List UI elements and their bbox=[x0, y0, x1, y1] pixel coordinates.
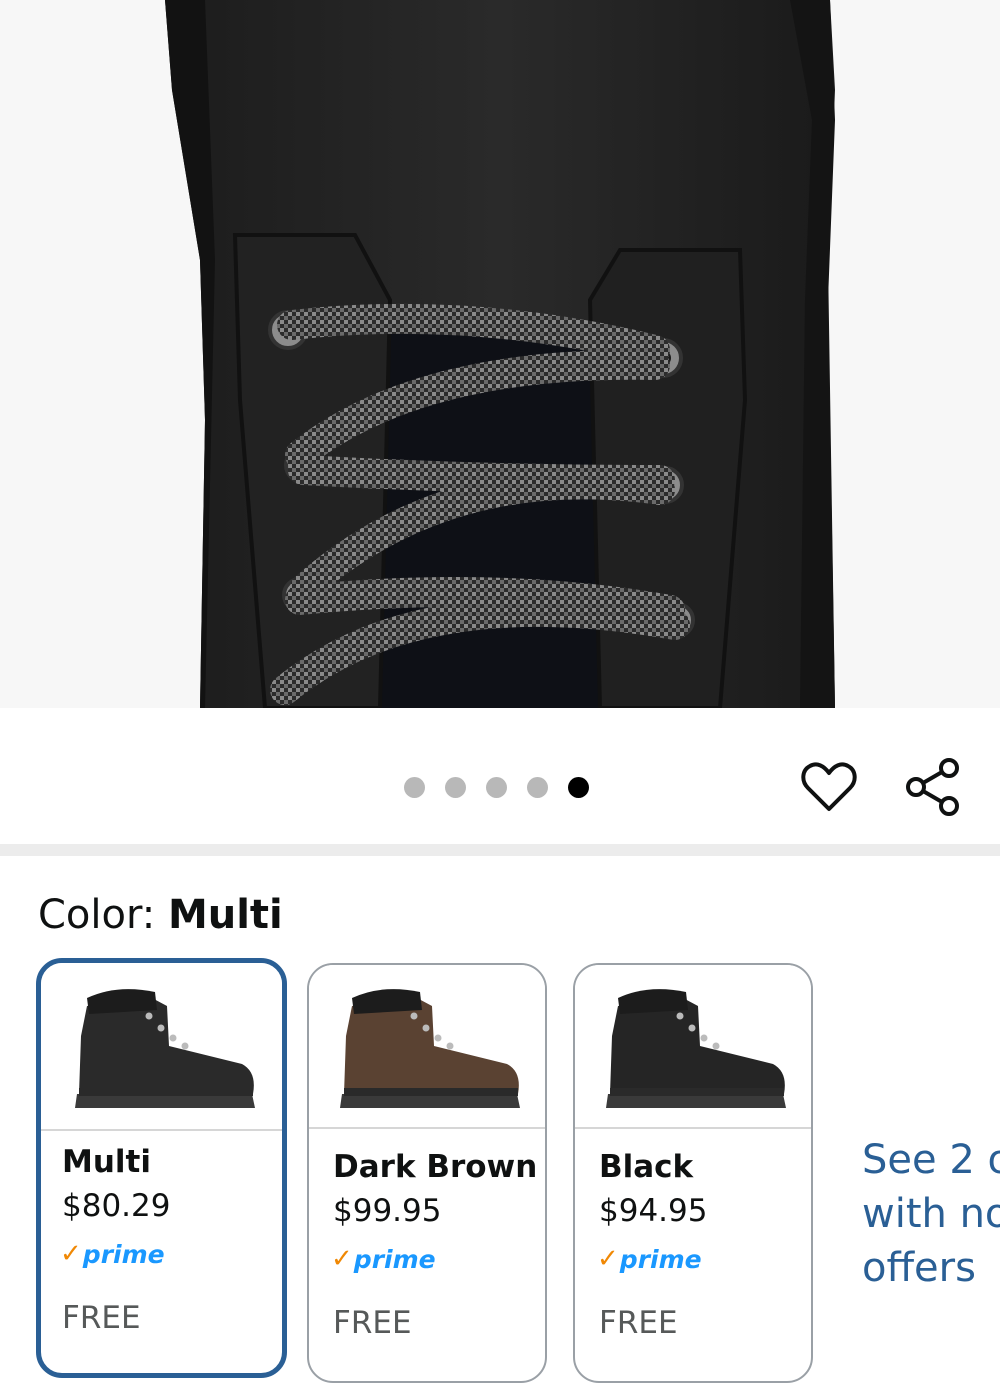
boot-eyelet bbox=[434, 1034, 442, 1042]
see-more-line: See 2 o bbox=[862, 1137, 1000, 1183]
boot-eyelet bbox=[422, 1024, 430, 1032]
color-option-price: $99.95 bbox=[333, 1193, 442, 1229]
prime-check-icon: ✓ bbox=[331, 1244, 353, 1274]
color-option-multi[interactable]: Multi $80.29 ✓ prime FREE bbox=[36, 958, 287, 1378]
prime-check-icon: ✓ bbox=[597, 1244, 619, 1274]
pagination-dot-active[interactable] bbox=[568, 776, 589, 798]
see-more-line: offers bbox=[862, 1245, 976, 1291]
boot-thumbnail-image bbox=[606, 989, 786, 1108]
share-icon[interactable] bbox=[904, 756, 964, 818]
boot-eyelet bbox=[688, 1024, 696, 1032]
boot-eyelet bbox=[676, 1012, 684, 1020]
color-option-price: $94.95 bbox=[599, 1193, 708, 1229]
prime-badge-text: prime bbox=[353, 1244, 436, 1274]
color-label-text: Color: bbox=[38, 892, 156, 938]
boot-sole bbox=[606, 1094, 786, 1108]
pagination-dot[interactable] bbox=[486, 776, 507, 798]
boot-eyelet bbox=[145, 1012, 152, 1020]
boot-eyelet bbox=[169, 1034, 176, 1042]
prime-check-icon: ✓ bbox=[60, 1239, 82, 1269]
image-pagination-dots[interactable] bbox=[404, 776, 589, 798]
boot-sole bbox=[74, 1094, 255, 1108]
boot-eyelet bbox=[712, 1042, 720, 1050]
boot-laces-image bbox=[0, 0, 1000, 708]
see-more-line: with no bbox=[862, 1191, 1000, 1237]
prime-badge: ✓ prime bbox=[597, 1243, 702, 1275]
boot-collar bbox=[618, 989, 688, 1014]
boot-eyelet bbox=[410, 1012, 418, 1020]
prime-badge-text: prime bbox=[82, 1239, 165, 1269]
boot-eyelet bbox=[181, 1042, 188, 1050]
color-option-shipping: FREE bbox=[333, 1305, 412, 1341]
color-option-thumbnail bbox=[41, 963, 282, 1131]
color-option-black[interactable]: Black $94.95 ✓ prime FREE bbox=[573, 963, 813, 1383]
color-option-name: Multi bbox=[62, 1144, 151, 1180]
selected-color-value: Multi bbox=[167, 892, 283, 938]
color-option-price: $80.29 bbox=[62, 1188, 171, 1224]
boot-eyelet bbox=[700, 1034, 708, 1042]
boot-sole bbox=[340, 1094, 520, 1108]
boot-welt bbox=[78, 1088, 253, 1096]
color-option-shipping: FREE bbox=[599, 1305, 678, 1341]
pagination-dot[interactable] bbox=[404, 776, 425, 798]
heart-icon[interactable] bbox=[800, 758, 858, 816]
boot-thumbnail-image bbox=[74, 989, 255, 1108]
color-option-dark-brown[interactable]: Dark Brown $99.95 ✓ prime FREE bbox=[307, 963, 547, 1383]
product-image[interactable] bbox=[0, 0, 1000, 708]
boot-welt bbox=[344, 1088, 518, 1096]
color-option-shipping: FREE bbox=[62, 1300, 141, 1336]
pagination-dot[interactable] bbox=[445, 776, 466, 798]
prime-badge: ✓ prime bbox=[331, 1243, 436, 1275]
color-option-thumbnail bbox=[309, 965, 545, 1129]
color-option-thumbnail bbox=[575, 965, 811, 1129]
section-divider bbox=[0, 844, 1000, 856]
see-more-options-link[interactable]: See 2 o with no offers bbox=[862, 1133, 1000, 1295]
pagination-dot[interactable] bbox=[527, 776, 548, 798]
boot-thumbnail-image bbox=[340, 989, 520, 1108]
boot-collar bbox=[352, 989, 422, 1014]
boot-eyelet bbox=[446, 1042, 454, 1050]
prime-badge: ✓ prime bbox=[60, 1238, 165, 1270]
color-option-name: Dark Brown bbox=[333, 1149, 538, 1185]
boot-collar bbox=[86, 989, 157, 1014]
color-selector-label: Color: Multi bbox=[38, 892, 283, 938]
boot-eyelet bbox=[157, 1024, 164, 1032]
boot-welt bbox=[610, 1088, 784, 1096]
prime-badge-text: prime bbox=[619, 1244, 702, 1274]
color-option-name: Black bbox=[599, 1149, 694, 1185]
